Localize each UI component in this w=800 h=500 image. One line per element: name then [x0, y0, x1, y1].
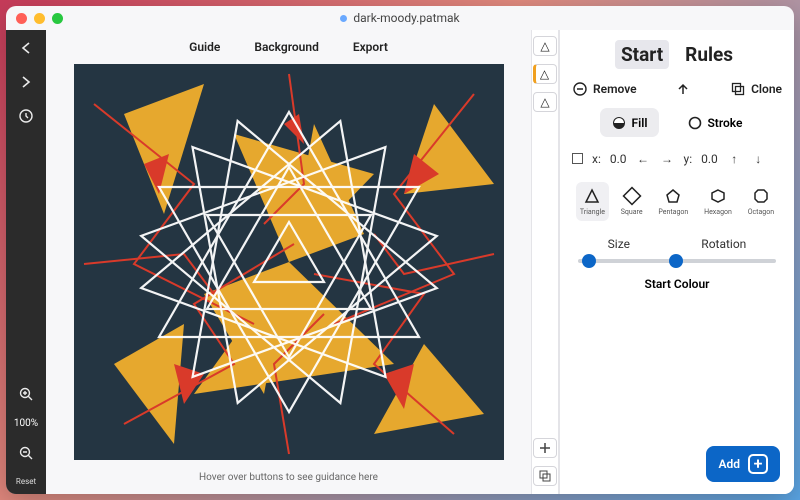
pattern-canvas[interactable] [74, 64, 504, 460]
x-label: x: [592, 152, 601, 166]
square-icon [623, 187, 641, 205]
octagon-icon [752, 187, 770, 205]
layer-strip: △ △ △ [531, 30, 559, 494]
remove-button[interactable]: Remove [572, 81, 637, 96]
y-decrease-button[interactable]: ↓ [751, 151, 766, 166]
x-decrease-button[interactable]: ← [636, 151, 651, 166]
shape-label: Square [621, 208, 643, 216]
stroke-icon [687, 115, 702, 130]
shape-pentagon[interactable]: Pentagon [654, 182, 692, 221]
anchor-icon[interactable] [572, 153, 583, 164]
fill-icon [612, 115, 627, 130]
stroke-button[interactable]: Stroke [675, 108, 754, 137]
layer-actions-row: Remove Clone [572, 81, 782, 96]
pattern-artwork [74, 64, 504, 460]
zoom-level: 100% [14, 418, 38, 429]
plus-icon: + [748, 454, 768, 474]
shape-square[interactable]: Square [617, 182, 647, 221]
shape-triangle[interactable]: Triangle [576, 182, 609, 221]
slider-labels-row: Size Rotation [572, 237, 782, 251]
zoom-out-button[interactable] [16, 443, 36, 463]
shape-hexagon[interactable]: Hexagon [700, 182, 736, 221]
document-title: dark-moody.patmak [6, 11, 794, 25]
stroke-label: Stroke [707, 116, 742, 130]
minus-circle-icon [572, 81, 587, 96]
fill-stroke-toggle: Fill Stroke [572, 108, 782, 137]
duplicate-layer-button[interactable] [533, 466, 557, 486]
triangle-icon: △ [540, 95, 549, 109]
tab-start[interactable]: Start [615, 40, 669, 69]
x-value: 0.0 [610, 152, 627, 166]
tab-rules[interactable]: Rules [679, 40, 739, 69]
canvas-area: Guide Background Export [46, 30, 531, 494]
size-label: Size [608, 237, 630, 251]
tab-guide[interactable]: Guide [189, 40, 220, 54]
position-row: x: 0.0 ← → y: 0.0 ↑ ↓ [572, 151, 782, 166]
rotation-slider-knob[interactable] [669, 254, 683, 268]
layer-thumb-1[interactable]: △ [533, 64, 557, 84]
fill-label: Fill [632, 116, 648, 130]
pentagon-icon [664, 187, 682, 205]
copy-icon [730, 81, 745, 96]
x-increase-button[interactable]: → [660, 151, 675, 166]
size-slider-knob[interactable] [582, 254, 596, 268]
shape-label: Octagon [748, 208, 774, 216]
panel-tabs: Start Rules [572, 40, 782, 69]
y-label: y: [684, 152, 693, 166]
clone-button[interactable]: Clone [730, 81, 782, 96]
triangle-icon: △ [540, 67, 549, 81]
shape-octagon[interactable]: Octagon [744, 182, 778, 221]
history-button[interactable] [16, 106, 36, 126]
shape-label: Triangle [580, 208, 605, 216]
app-window: dark-moody.patmak 100% Reset Guide Backg… [6, 6, 794, 494]
shape-picker: Triangle Square Pentagon Hexagon Octagon [572, 182, 782, 221]
clone-label: Clone [751, 82, 782, 96]
hexagon-icon [709, 187, 727, 205]
tab-background[interactable]: Background [254, 40, 318, 54]
zoom-in-button[interactable] [16, 384, 36, 404]
y-increase-button[interactable]: ↑ [727, 151, 742, 166]
y-value: 0.0 [701, 152, 718, 166]
triangle-icon [583, 187, 601, 205]
shape-label: Pentagon [658, 208, 688, 216]
add-button[interactable]: Add + [706, 446, 780, 482]
filename: dark-moody.patmak [353, 11, 459, 25]
add-layer-button[interactable] [533, 438, 557, 458]
left-toolbar: 100% Reset [6, 30, 46, 494]
start-colour-heading: Start Colour [572, 277, 782, 291]
remove-label: Remove [593, 82, 637, 96]
redo-button[interactable] [16, 72, 36, 92]
tab-export[interactable]: Export [353, 40, 388, 54]
move-up-button[interactable] [676, 81, 691, 96]
add-label: Add [718, 457, 740, 471]
layer-thumb-0[interactable]: △ [533, 36, 557, 56]
rotation-label: Rotation [701, 237, 746, 251]
inspector-panel: Start Rules Remove Clone Fill [559, 30, 794, 494]
sliders-track[interactable] [578, 259, 776, 263]
triangle-icon: △ [540, 39, 549, 53]
undo-button[interactable] [16, 38, 36, 58]
shape-label: Hexagon [704, 208, 732, 216]
layer-thumb-2[interactable]: △ [533, 92, 557, 112]
modified-indicator-icon [340, 15, 347, 22]
hint-text: Hover over buttons to see guidance here [46, 472, 531, 494]
top-tabs: Guide Background Export [46, 30, 531, 64]
fill-button[interactable]: Fill [600, 108, 660, 137]
reset-zoom-button[interactable]: Reset [16, 477, 36, 486]
titlebar: dark-moody.patmak [6, 6, 794, 30]
